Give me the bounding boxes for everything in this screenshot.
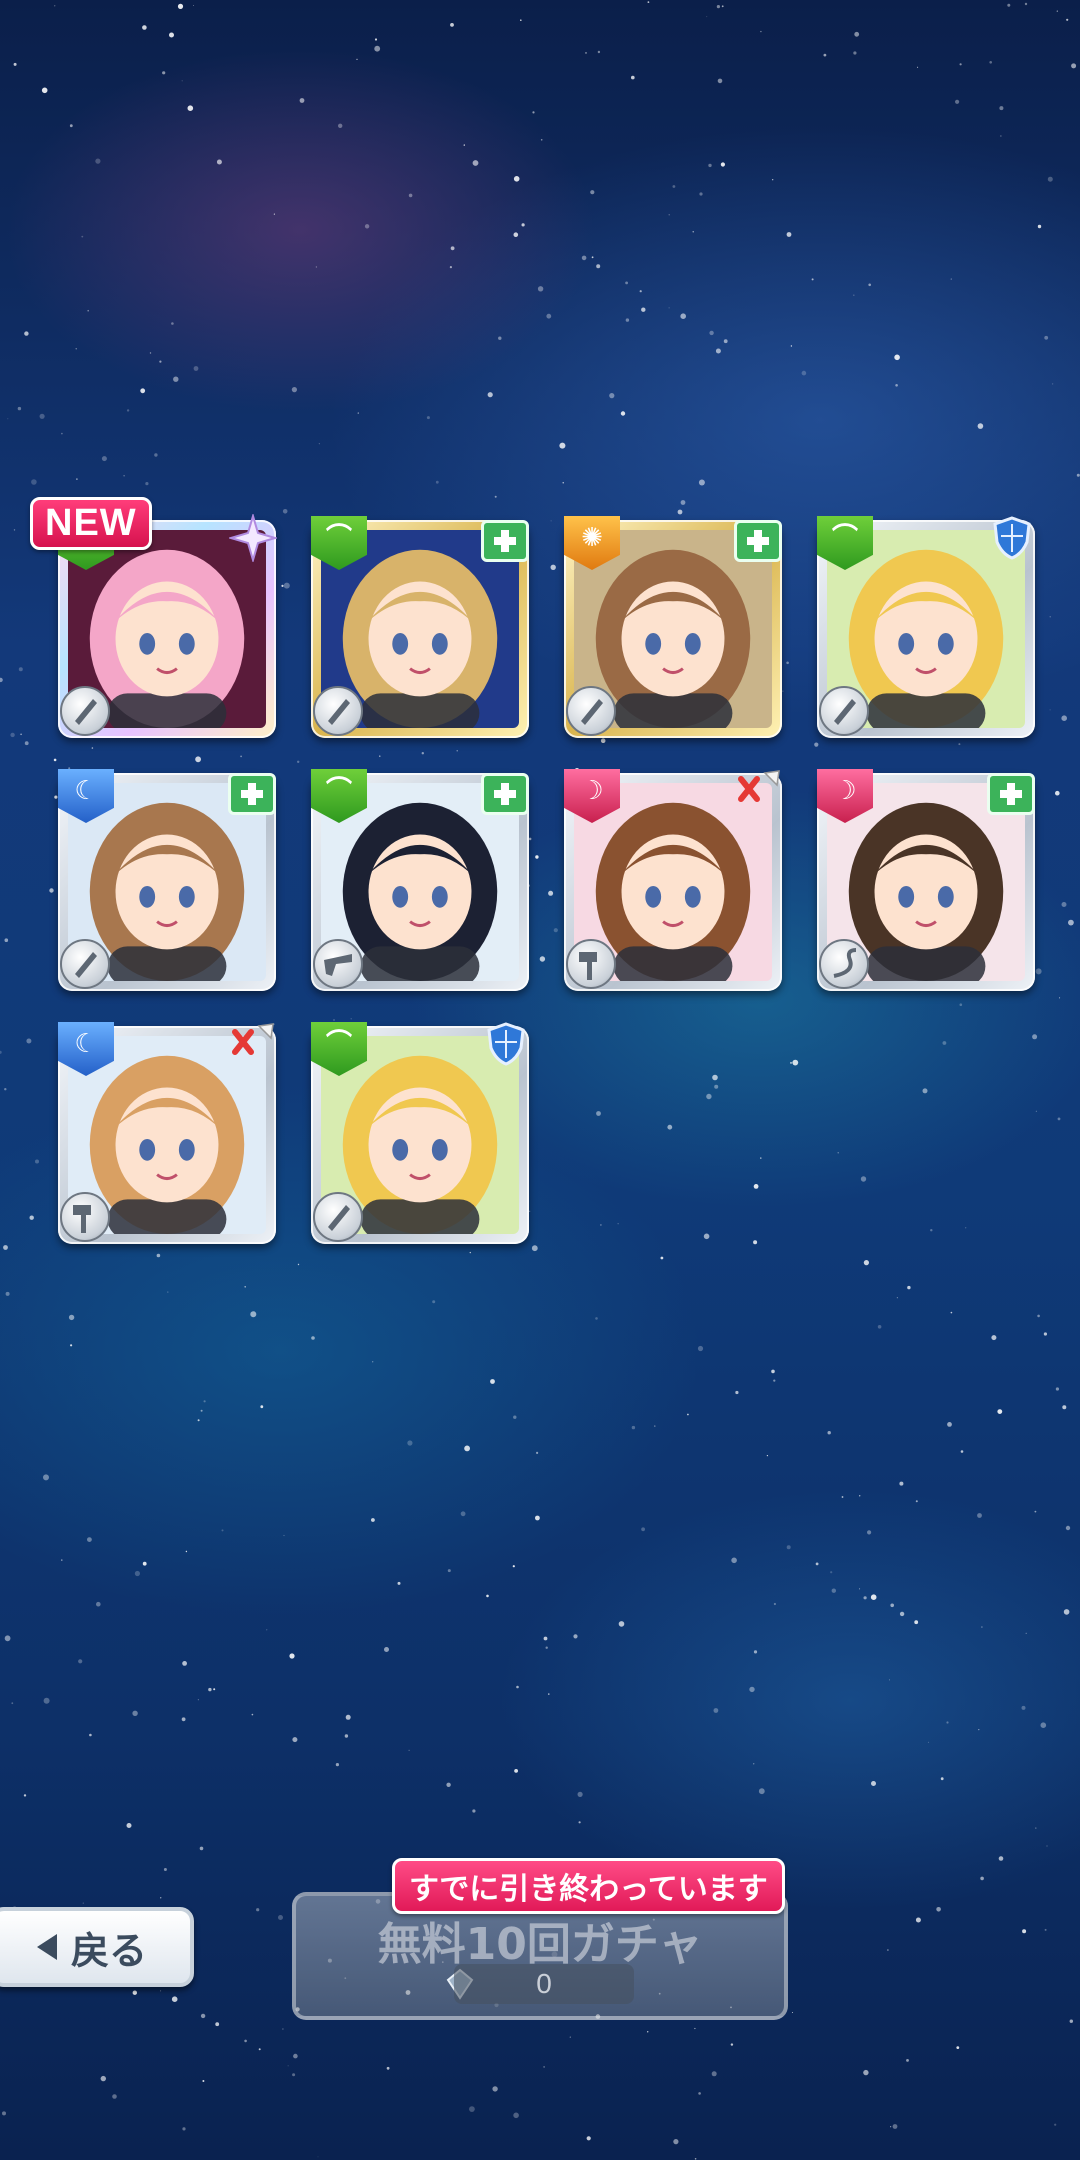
gacha-result-grid: ⌒⌒✺⌒☾⌒☽☽☾⌒ [58, 514, 1037, 1246]
character-card[interactable]: ⌒ [311, 1022, 529, 1244]
whip-weapon-icon [819, 939, 869, 989]
knife-weapon-icon [819, 686, 869, 736]
character-card[interactable]: ☽ [817, 769, 1035, 991]
heal-role-icon [987, 773, 1035, 815]
knife-weapon-icon [566, 686, 616, 736]
character-card[interactable]: ☽ [564, 769, 782, 991]
attack-role-icon [734, 769, 784, 813]
knife-weapon-icon [60, 939, 110, 989]
star-role-icon [228, 514, 278, 562]
back-button-label: 戻る [70, 1928, 147, 1973]
back-arrow-icon [36, 1934, 57, 1960]
character-card[interactable]: ✺ [564, 516, 782, 738]
hammer-weapon-icon [566, 939, 616, 989]
character-card[interactable]: ⌒ [311, 516, 529, 738]
heal-role-icon [481, 773, 529, 815]
character-card[interactable]: ☾ [58, 769, 276, 991]
knife-weapon-icon [313, 1192, 363, 1242]
shield-role-icon [481, 1022, 531, 1066]
character-card[interactable]: ⌒ [817, 516, 1035, 738]
gacha-button-label: 無料10回ガチャ [377, 1919, 703, 1970]
hammer-weapon-icon [60, 1192, 110, 1242]
gacha-status-badge: すでに引き終わっています [392, 1858, 785, 1914]
knife-weapon-icon [313, 686, 363, 736]
character-card[interactable]: ⌒ [58, 514, 277, 738]
new-badge: NEW [30, 497, 152, 550]
heal-role-icon [734, 520, 782, 562]
knife-weapon-icon [60, 686, 110, 736]
gacha-cost-value: 0 [454, 1964, 634, 2004]
gun-weapon-icon [313, 939, 363, 989]
attack-role-icon [228, 1022, 278, 1066]
heal-role-icon [481, 520, 529, 562]
heal-role-icon [228, 773, 276, 815]
character-card[interactable]: ☾ [58, 1022, 276, 1244]
shield-role-icon [987, 516, 1037, 560]
character-card[interactable]: ⌒ [311, 769, 529, 991]
back-button[interactable]: 戻る [0, 1907, 194, 1987]
